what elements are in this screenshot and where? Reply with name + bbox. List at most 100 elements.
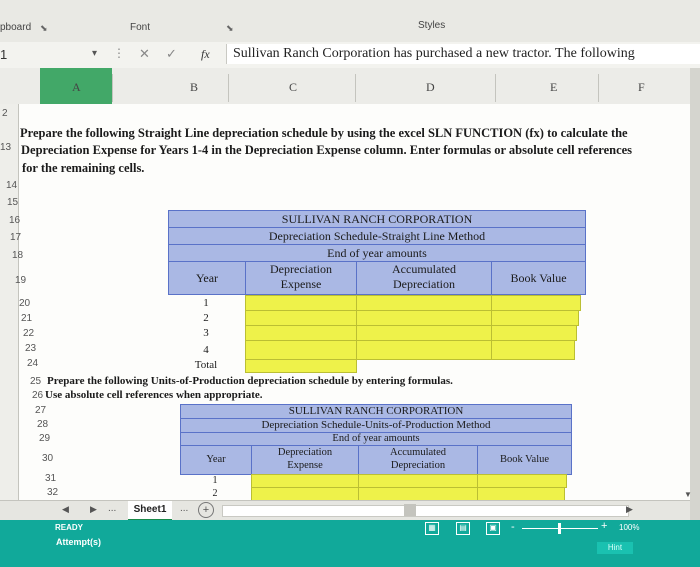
row-header[interactable]: 31 [45, 473, 56, 484]
row-header[interactable]: 16 [9, 215, 20, 226]
sl-col-acc-dep[interactable]: Accumulated Depreciation [356, 261, 492, 295]
more-sheets-icon[interactable]: ... [108, 503, 116, 514]
sl-book-value-input[interactable] [491, 295, 581, 311]
column-header-e[interactable]: E [550, 80, 557, 95]
row-header[interactable]: 22 [23, 328, 34, 339]
chevron-down-icon[interactable]: ▾ [92, 48, 97, 59]
sl-acc-dep-input[interactable] [356, 310, 492, 326]
uop-table-title[interactable]: SULLIVAN RANCH CORPORATION [180, 404, 572, 419]
row-header[interactable]: 20 [19, 298, 30, 309]
column-header-b[interactable]: B [190, 80, 198, 95]
sl-table-note[interactable]: End of year amounts [168, 244, 586, 262]
ribbon: pboard ⬊ Font ⬊ Styles [0, 0, 700, 43]
uop-acc-dep-input[interactable] [358, 474, 478, 488]
sl-dep-expense-input[interactable] [245, 325, 357, 341]
uop-book-value-input[interactable] [477, 487, 565, 501]
uop-instruction-line-1: Prepare the following Units-of-Productio… [47, 375, 453, 387]
sl-book-value-input[interactable] [491, 340, 575, 360]
row-header[interactable]: 26 [32, 390, 43, 401]
sl-year-cell[interactable]: 3 [168, 326, 244, 340]
row-header-column [0, 104, 19, 500]
row-header[interactable]: 29 [39, 433, 50, 444]
enter-check-icon[interactable]: ✓ [166, 46, 177, 62]
sl-acc-dep-input[interactable] [356, 325, 492, 341]
column-header-d[interactable]: D [426, 80, 435, 95]
sl-year-cell[interactable]: 1 [168, 296, 244, 310]
zoom-in-button[interactable]: + [601, 520, 607, 532]
column-header-f[interactable]: F [638, 80, 645, 95]
row-header[interactable]: 14 [6, 180, 17, 191]
row-header[interactable]: 24 [27, 358, 38, 369]
row-header[interactable]: 17 [10, 232, 21, 243]
zoom-level[interactable]: 100% [619, 523, 639, 532]
sl-acc-dep-input[interactable] [356, 295, 492, 311]
sl-dep-expense-input[interactable] [245, 340, 357, 360]
sl-dep-expense-input[interactable] [245, 295, 357, 311]
uop-book-value-input[interactable] [477, 474, 567, 488]
uop-col-year[interactable]: Year [180, 445, 252, 475]
next-sheet-arrow-icon[interactable]: ▶ [90, 504, 97, 515]
row-header[interactable]: 2 [2, 108, 8, 119]
hint-button[interactable]: Hint [597, 542, 633, 554]
name-box[interactable]: 1 [0, 47, 7, 62]
sl-year-cell[interactable]: 2 [168, 311, 244, 325]
sl-col-book-value[interactable]: Book Value [491, 261, 586, 295]
uop-dep-expense-input[interactable] [251, 487, 359, 501]
prev-sheet-arrow-icon[interactable]: ◀ [62, 504, 69, 515]
normal-view-icon[interactable]: ▦ [425, 522, 439, 535]
more-sheets-icon[interactable]: ... [180, 503, 188, 514]
dialog-launcher-icon[interactable]: ⬊ [226, 23, 234, 34]
uop-table-note[interactable]: End of year amounts [180, 432, 572, 446]
horizontal-scrollbar[interactable] [222, 505, 629, 517]
row-header[interactable]: 13 [0, 142, 11, 153]
uop-col-dep-expense[interactable]: Depreciation Expense [251, 445, 359, 475]
sl-table-subtitle[interactable]: Depreciation Schedule-Straight Line Meth… [168, 227, 586, 245]
row-header[interactable]: 23 [25, 343, 36, 354]
sl-col-dep-expense[interactable]: Depreciation Expense [245, 261, 357, 295]
row-header[interactable]: 19 [15, 275, 26, 286]
sheet-tab-sheet1[interactable]: Sheet1 [128, 501, 172, 521]
scroll-thumb[interactable] [404, 504, 416, 516]
row-header[interactable]: 25 [30, 376, 41, 387]
uop-instruction-line-2: Use absolute cell references when approp… [45, 389, 263, 401]
row-header[interactable]: 21 [21, 313, 32, 324]
page-layout-view-icon[interactable]: ▤ [456, 522, 470, 535]
formula-bar: 1 ▾ ⋮ ✕ ✓ fx Sullivan Ranch Corporation … [0, 42, 700, 69]
uop-col-book-value[interactable]: Book Value [477, 445, 572, 475]
row-header[interactable]: 18 [12, 250, 23, 261]
function-icon[interactable]: fx [201, 47, 210, 62]
sl-book-value-input[interactable] [491, 325, 577, 341]
zoom-out-button[interactable]: - [511, 521, 515, 533]
uop-table-subtitle[interactable]: Depreciation Schedule-Units-of-Productio… [180, 418, 572, 433]
sl-table-title[interactable]: SULLIVAN RANCH CORPORATION [168, 210, 586, 228]
zoom-slider-handle[interactable] [558, 523, 561, 534]
page-break-view-icon[interactable]: ▣ [486, 522, 500, 535]
uop-year-cell[interactable]: 1 [180, 475, 250, 487]
vertical-scrollbar[interactable] [690, 68, 700, 520]
add-sheet-button[interactable]: + [198, 502, 214, 518]
sl-acc-dep-input[interactable] [356, 340, 492, 360]
uop-year-cell[interactable]: 2 [180, 488, 250, 500]
row-header[interactable]: 28 [37, 419, 48, 430]
row-header[interactable]: 15 [7, 197, 18, 208]
column-header-c[interactable]: C [289, 80, 297, 95]
sl-year-cell[interactable]: 4 [168, 343, 244, 357]
sl-dep-expense-input[interactable] [245, 310, 357, 326]
scroll-down-arrow-icon[interactable]: ▼ [684, 490, 692, 499]
sl-book-value-input[interactable] [491, 310, 579, 326]
uop-acc-dep-input[interactable] [358, 487, 478, 501]
sl-col-acc-dep-line1: Accumulated [392, 262, 456, 276]
row-header[interactable]: 27 [35, 405, 46, 416]
cancel-icon[interactable]: ✕ [139, 46, 150, 62]
formula-input[interactable]: Sullivan Ranch Corporation has purchased… [226, 44, 700, 64]
row-header[interactable]: 32 [47, 487, 58, 498]
scroll-right-arrow-icon[interactable]: ▶ [626, 504, 633, 515]
uop-col-acc-dep[interactable]: Accumulated Depreciation [358, 445, 478, 475]
sl-total-dep-expense-input[interactable] [245, 359, 357, 373]
column-header-a[interactable]: A [72, 80, 81, 95]
row-header[interactable]: 30 [42, 453, 53, 464]
dialog-launcher-icon[interactable]: ⬊ [40, 23, 48, 34]
sl-col-year[interactable]: Year [168, 261, 246, 295]
uop-dep-expense-input[interactable] [251, 474, 359, 488]
sl-total-label[interactable]: Total [168, 358, 244, 372]
